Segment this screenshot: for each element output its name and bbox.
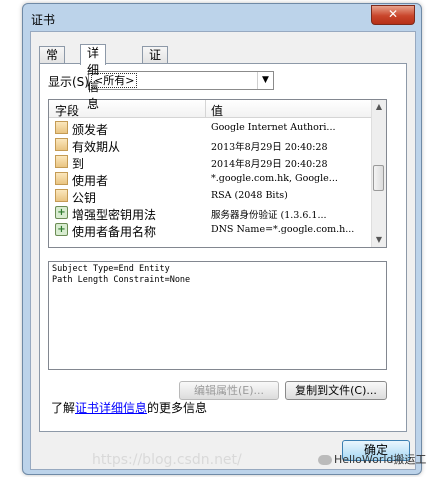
list-item[interactable]: 有效期从 2013年8月29日 20:40:28: [49, 137, 371, 154]
list-item[interactable]: 到 2014年8月29日 20:40:28: [49, 154, 371, 171]
edit-properties-button[interactable]: 编辑属性(E)...: [179, 381, 279, 400]
field-value: RSA (2048 Bits): [211, 190, 288, 201]
close-icon: ✕: [387, 7, 399, 21]
field-list[interactable]: 字段 值 颁发者 Google Internet Authori... 有效期从…: [48, 99, 387, 248]
certificate-dialog: 证书 ✕ 常规 详细信息 证书路径 显示(S): <所有> ▼ 字段 值: [22, 3, 422, 475]
list-item[interactable]: + 增强型密钥用法 服务器身份验证 (1.3.6.1...: [49, 205, 371, 222]
field-value: 服务器身份验证 (1.3.6.1...: [211, 210, 327, 221]
list-scrollbar[interactable]: ▲ ▼: [371, 100, 386, 247]
learn-more-prefix: 了解: [51, 401, 76, 415]
tab-certification-path[interactable]: 证书路径: [142, 46, 169, 113]
certificate-field-icon: [55, 189, 68, 202]
dialog-client-area: 常规 详细信息 证书路径 显示(S): <所有> ▼ 字段 值 颁发者 Goog…: [30, 31, 416, 470]
list-item[interactable]: 颁发者 Google Internet Authori...: [49, 120, 371, 137]
field-name: 颁发者: [72, 123, 109, 137]
field-name: 使用者: [72, 174, 109, 188]
column-divider[interactable]: [205, 100, 206, 117]
certificate-field-icon: [55, 155, 68, 168]
watermark-url: https://blog.csdn.net/: [92, 452, 242, 468]
column-header-value[interactable]: 值: [211, 102, 223, 119]
field-name: 有效期从: [72, 140, 121, 154]
detail-line: Subject Type=End Entity: [52, 264, 170, 274]
field-value: 2014年8月29日 20:40:28: [211, 159, 328, 170]
scroll-down-icon[interactable]: ▼: [372, 233, 386, 247]
show-dropdown[interactable]: <所有> ▼: [88, 71, 274, 90]
list-item[interactable]: 公钥 RSA (2048 Bits): [49, 188, 371, 205]
chevron-down-icon[interactable]: ▼: [257, 72, 273, 89]
scroll-up-icon[interactable]: ▲: [372, 100, 386, 114]
field-value: DNS Name=*.google.com.h...: [211, 224, 355, 235]
watermark-brand: HelloWorld搬运工: [318, 451, 426, 467]
scroll-thumb[interactable]: [373, 165, 384, 191]
details-panel: 显示(S): <所有> ▼ 字段 值 颁发者 Google Internet A…: [39, 63, 407, 432]
close-button[interactable]: ✕: [371, 5, 415, 25]
extension-icon: +: [55, 206, 68, 219]
field-name: 使用者备用名称: [72, 225, 157, 239]
learn-more-suffix: 的更多信息: [147, 401, 208, 415]
learn-more-text: 了解证书详细信息的更多信息: [51, 399, 207, 416]
certificate-field-icon: [55, 172, 68, 185]
field-name: 公钥: [72, 191, 97, 205]
wechat-icon: [318, 455, 332, 465]
extension-icon: +: [55, 223, 68, 236]
field-name: 增强型密钥用法: [72, 208, 157, 222]
field-value: *.google.com.hk, Google...: [211, 173, 338, 184]
certificate-field-icon: [55, 138, 68, 151]
tab-general[interactable]: 常规: [39, 46, 66, 79]
watermark-brand-text: HelloWorld搬运工: [334, 453, 427, 466]
certificate-details-link[interactable]: 证书详细信息: [75, 401, 147, 415]
field-name: 到: [72, 157, 85, 171]
detail-line: Path Length Constraint=None: [52, 275, 191, 285]
copy-to-file-button[interactable]: 复制到文件(C)...: [285, 381, 387, 400]
tab-details[interactable]: 详细信息: [80, 44, 107, 111]
list-item[interactable]: 使用者 *.google.com.hk, Google...: [49, 171, 371, 188]
column-header-field[interactable]: 字段: [55, 102, 79, 119]
title-bar[interactable]: 证书 ✕: [23, 4, 421, 30]
certificate-field-icon: [55, 121, 68, 134]
window-title: 证书: [31, 13, 56, 27]
field-value: Google Internet Authori...: [211, 122, 336, 133]
value-detail-box[interactable]: Subject Type=End Entity Path Length Cons…: [48, 261, 387, 370]
list-item[interactable]: + 使用者备用名称 DNS Name=*.google.com.h...: [49, 222, 371, 239]
field-value: 2013年8月29日 20:40:28: [211, 142, 328, 153]
